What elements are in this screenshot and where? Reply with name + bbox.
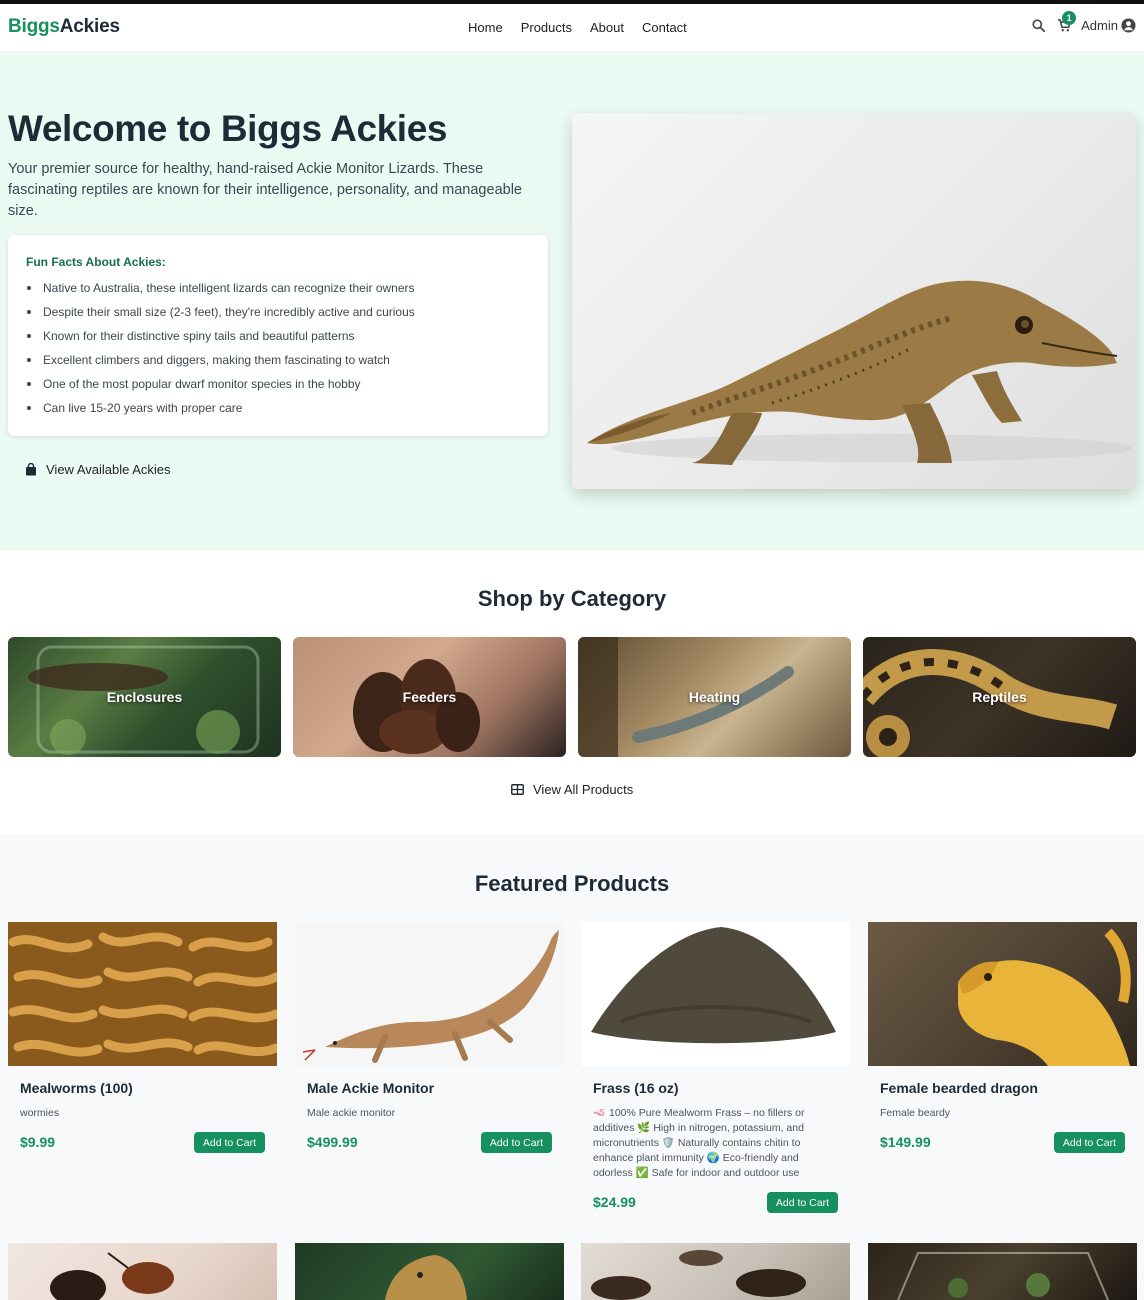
product-description: Male ackie monitor bbox=[307, 1107, 396, 1119]
nav-link-contact[interactable]: Contact bbox=[642, 20, 687, 35]
male-ackie-illustration bbox=[302, 930, 559, 1063]
fun-facts-list: Native to Australia, these intelligent l… bbox=[26, 280, 415, 424]
grid-icon bbox=[511, 784, 524, 795]
add-to-cart-button[interactable]: Add to Cart bbox=[1053, 1132, 1125, 1153]
mealworms-illustration bbox=[8, 932, 277, 1057]
fun-fact-item: One of the most popular dwarf monitor sp… bbox=[26, 376, 415, 400]
search-button[interactable] bbox=[1027, 14, 1049, 36]
hero-section: Welcome to Biggs Ackies Your premier sou… bbox=[0, 52, 1144, 550]
category-label-heating: Heating bbox=[688, 689, 741, 705]
nav-links: Home Products About Contact bbox=[468, 20, 705, 35]
product-card-bearded-dragon: Female bearded dragon Female beardy $149… bbox=[868, 922, 1137, 1162]
product-image-frass[interactable] bbox=[581, 922, 850, 1066]
brand-logo[interactable]: BiggsAckies bbox=[8, 16, 120, 38]
cart-button[interactable]: 1 bbox=[1053, 11, 1077, 36]
user-circle-icon bbox=[1121, 17, 1136, 33]
product-description: Female beardy bbox=[880, 1107, 951, 1119]
product-name[interactable]: Male Ackie Monitor bbox=[307, 1080, 434, 1096]
fun-facts-card: Fun Facts About Ackies: Native to Austra… bbox=[8, 235, 548, 436]
product-card-male-ackie: Male Ackie Monitor Male ackie monitor $4… bbox=[295, 922, 564, 1162]
hero-description: Your premier source for healthy, hand-ra… bbox=[8, 161, 522, 219]
product-price: $9.99 bbox=[20, 1134, 56, 1150]
category-card-heating[interactable]: Heating bbox=[578, 637, 851, 757]
frass-pile-illustration bbox=[591, 927, 836, 1044]
add-to-cart-button[interactable]: Add to Cart bbox=[766, 1192, 838, 1213]
product-card-mealworms: Mealworms (100) wormies $9.99 Add to Car… bbox=[8, 922, 277, 1162]
category-card-reptiles[interactable]: Reptiles bbox=[863, 637, 1136, 757]
fun-fact-item: Despite their small size (2-3 feet), the… bbox=[26, 304, 415, 328]
brand-name-part2: Ackies bbox=[59, 16, 120, 37]
bearded-dragon-illustration bbox=[958, 928, 1131, 1066]
category-label-enclosures: Enclosures bbox=[106, 689, 183, 705]
product-image-male-ackie[interactable] bbox=[295, 922, 564, 1066]
nav-link-about[interactable]: About bbox=[590, 20, 624, 35]
hero-title: Welcome to Biggs Ackies bbox=[8, 108, 448, 149]
product-name[interactable]: Female bearded dragon bbox=[880, 1080, 1038, 1096]
category-label-feeders: Feeders bbox=[402, 689, 457, 705]
view-available-ackies-button[interactable]: View Available Ackies bbox=[25, 462, 171, 477]
lizard-head-illustration bbox=[385, 1255, 467, 1300]
roach-illustration bbox=[50, 1252, 174, 1300]
ackie-monitor-illustration bbox=[587, 280, 1132, 465]
hero-lizard-image bbox=[572, 113, 1136, 489]
shop-by-category-title: Shop by Category bbox=[477, 586, 667, 611]
product-image-row2-3[interactable] bbox=[581, 1243, 850, 1300]
fun-fact-item: Known for their distinctive spiny tails … bbox=[26, 328, 415, 352]
product-price: $24.99 bbox=[593, 1194, 636, 1210]
nav-actions: 1 Admin bbox=[1023, 11, 1136, 36]
view-available-ackies-label: View Available Ackies bbox=[46, 462, 171, 477]
product-description: wormies bbox=[20, 1107, 60, 1119]
view-all-products-label: View All Products bbox=[533, 782, 634, 797]
nav-link-products[interactable]: Products bbox=[521, 20, 572, 35]
fun-facts-title: Fun Facts About Ackies: bbox=[26, 255, 166, 269]
product-image-mealworms[interactable] bbox=[8, 922, 277, 1066]
product-description: 🪱 100% Pure Mealworm Frass – no fillers … bbox=[593, 1107, 805, 1179]
fun-fact-item: Native to Australia, these intelligent l… bbox=[26, 280, 415, 304]
featured-products-title: Featured Products bbox=[474, 871, 670, 896]
category-card-enclosures[interactable]: Enclosures bbox=[8, 637, 281, 757]
product-image-row2-4[interactable] bbox=[868, 1243, 1137, 1300]
product-price: $149.99 bbox=[880, 1134, 931, 1150]
add-to-cart-button[interactable]: Add to Cart bbox=[193, 1132, 265, 1153]
product-name[interactable]: Mealworms (100) bbox=[20, 1080, 133, 1096]
product-price: $499.99 bbox=[307, 1134, 358, 1150]
category-label-reptiles: Reptiles bbox=[972, 689, 1027, 705]
product-name[interactable]: Frass (16 oz) bbox=[593, 1080, 679, 1096]
category-card-feeders[interactable]: Feeders bbox=[293, 637, 566, 757]
admin-menu[interactable]: Admin bbox=[1081, 18, 1136, 33]
add-to-cart-button[interactable]: Add to Cart bbox=[480, 1132, 552, 1153]
cart-count-badge: 1 bbox=[1062, 11, 1077, 25]
fun-fact-item: Can live 15-20 years with proper care bbox=[26, 400, 415, 424]
nav-link-home[interactable]: Home bbox=[468, 20, 503, 35]
view-all-products-button[interactable]: View All Products bbox=[511, 782, 633, 797]
search-icon bbox=[1032, 18, 1045, 32]
navbar: BiggsAckies Home Products About Contact … bbox=[0, 4, 1144, 52]
product-image-bearded-dragon[interactable] bbox=[868, 922, 1137, 1066]
brand-name-part1: Biggs bbox=[8, 16, 60, 37]
product-image-row2-2[interactable] bbox=[295, 1243, 564, 1300]
admin-label: Admin bbox=[1081, 17, 1118, 33]
shopping-bag-icon bbox=[26, 463, 36, 476]
roaches-illustration bbox=[591, 1250, 806, 1300]
terrarium-illustration bbox=[897, 1252, 1109, 1300]
product-card-frass: Frass (16 oz) 🪱 100% Pure Mealworm Frass… bbox=[581, 922, 850, 1222]
product-image-row2-1[interactable] bbox=[8, 1243, 277, 1300]
fun-fact-item: Excellent climbers and diggers, making t… bbox=[26, 352, 415, 376]
